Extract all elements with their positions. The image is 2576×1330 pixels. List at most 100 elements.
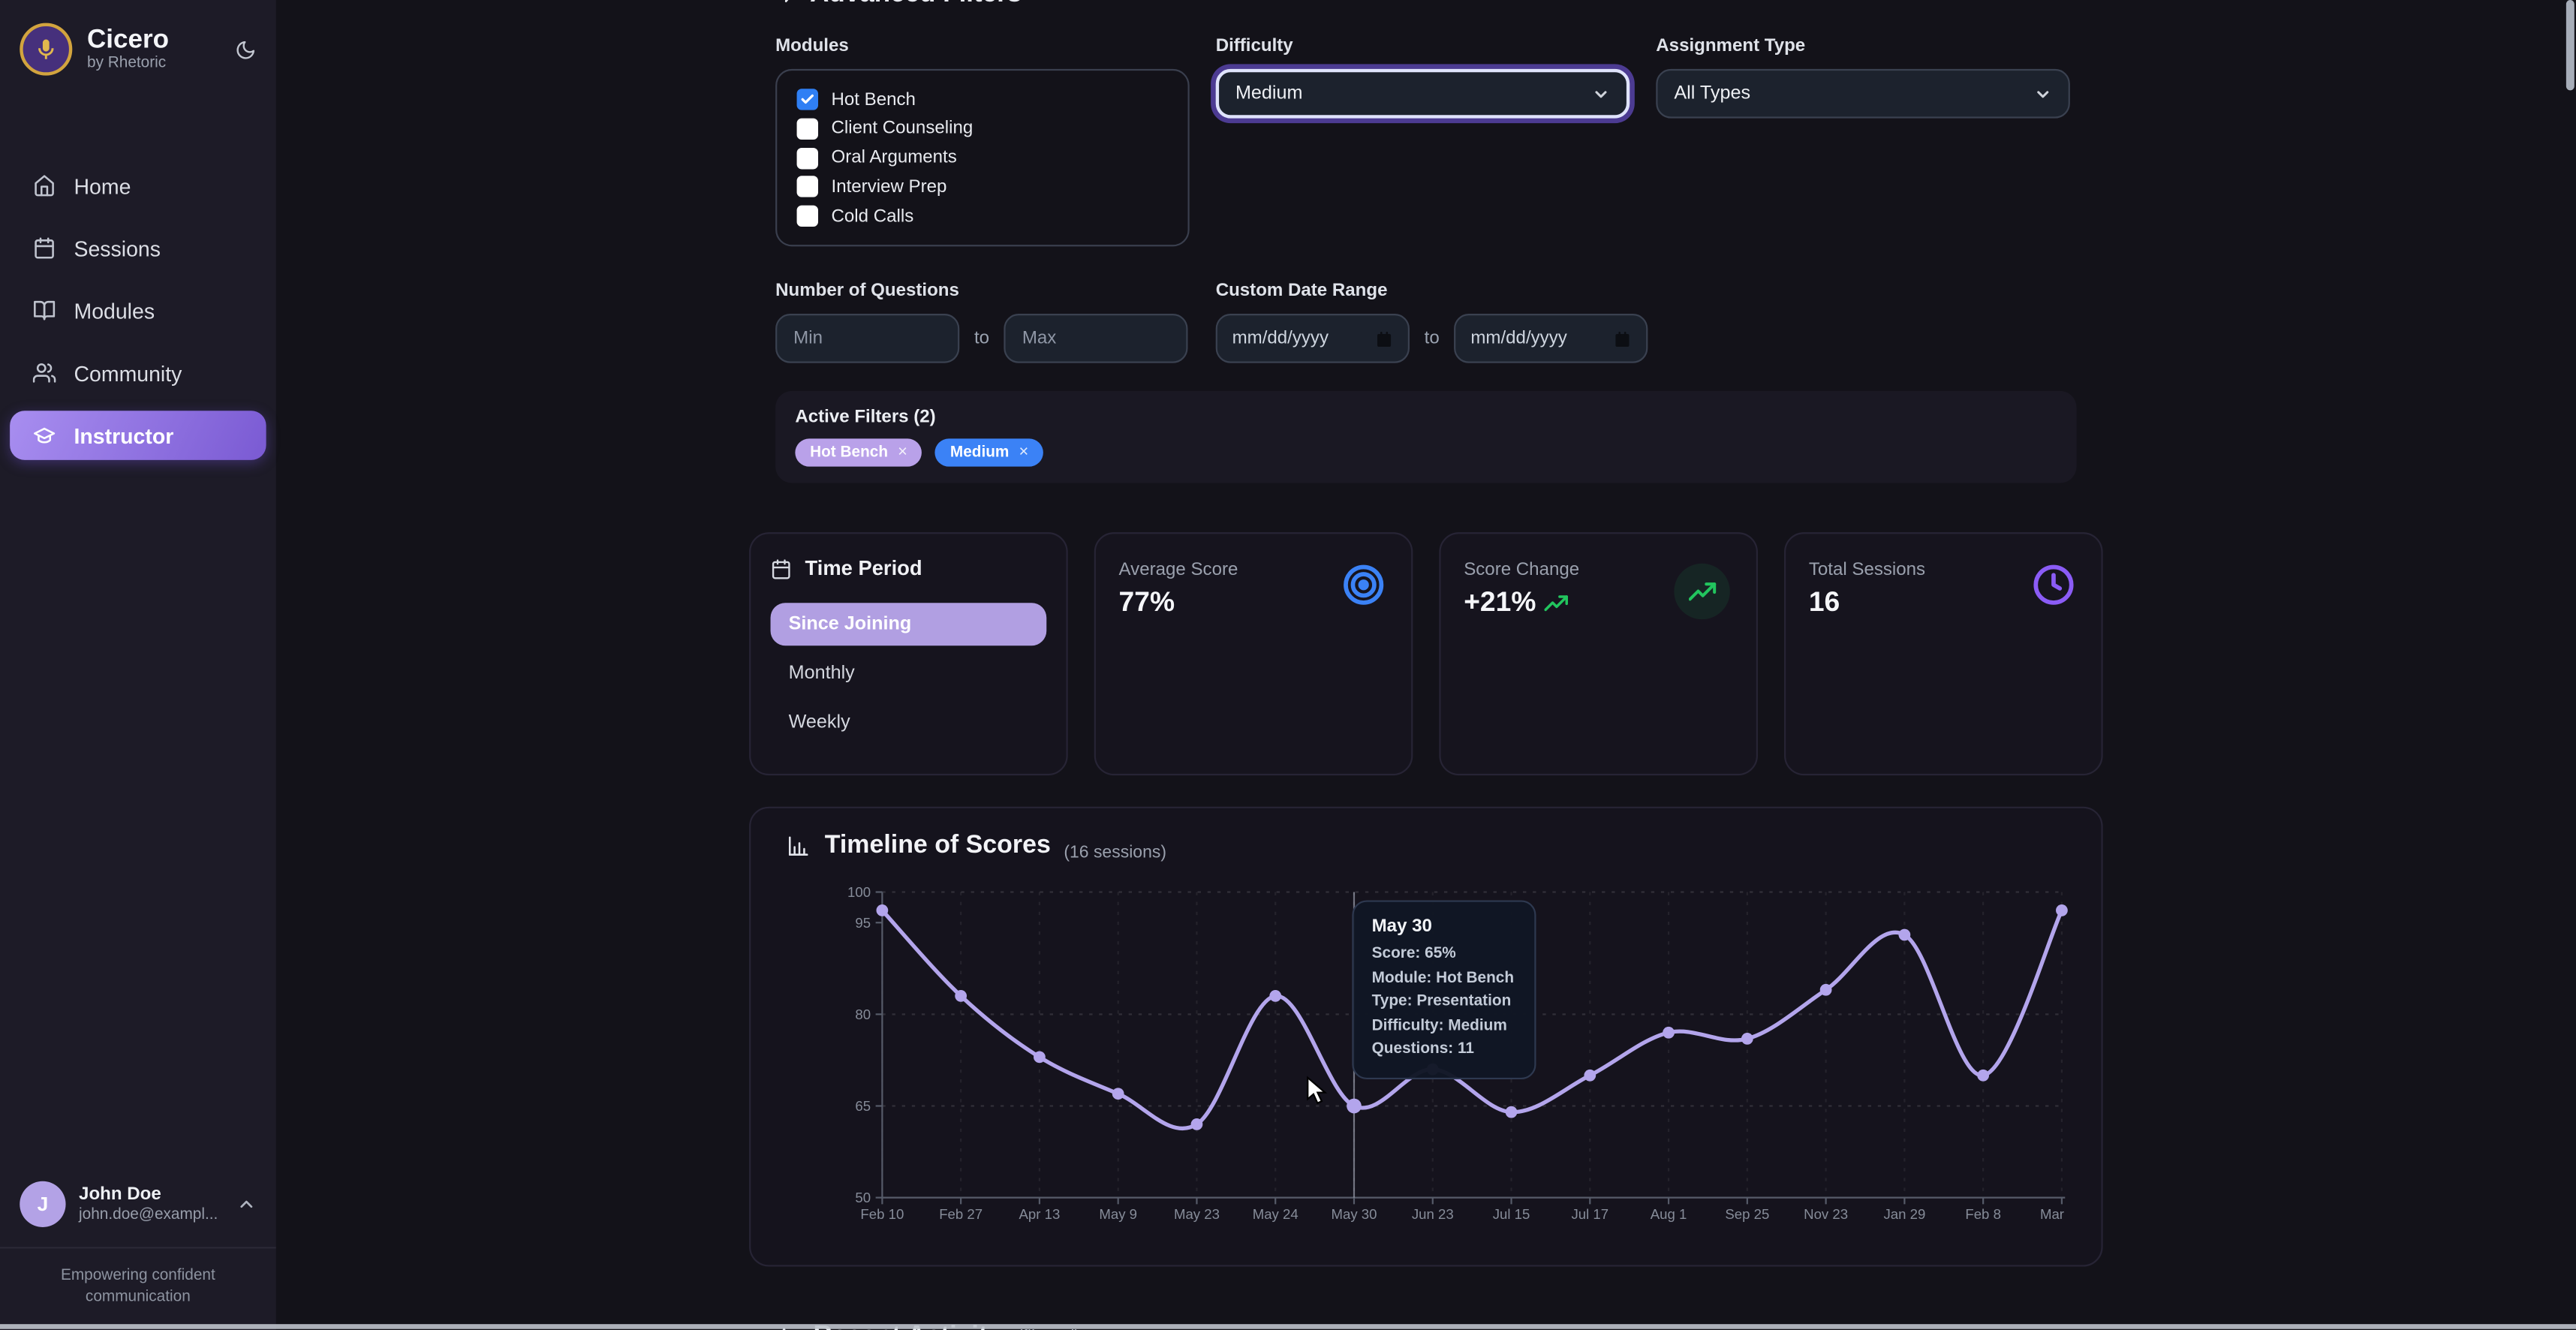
chart-title: Timeline of Scores [787, 832, 1050, 861]
module-checkbox-client-counseling[interactable]: Client Counseling [797, 118, 1169, 139]
time-period-option-monthly[interactable]: Monthly [771, 652, 1047, 695]
calendar-icon[interactable] [1375, 329, 1393, 348]
app-title: Cicero [87, 26, 169, 54]
modules-label: Modules [775, 36, 1190, 56]
calendar-icon[interactable] [1614, 329, 1632, 348]
svg-text:Feb 10: Feb 10 [860, 1206, 904, 1222]
tooltip-line: Score: 65% [1372, 943, 1517, 967]
sidebar-item-label: Sessions [74, 236, 160, 260]
checkbox-label: Interview Prep [832, 177, 947, 197]
trending-up-icon [1674, 564, 1729, 619]
calendar-icon [771, 558, 792, 579]
module-checkbox-hot-bench[interactable]: Hot Bench [797, 89, 1169, 110]
nav-list: Home Sessions Modules Community Instructor [0, 161, 276, 1165]
checkbox-unchecked-icon[interactable] [797, 206, 818, 227]
zap-icon [775, 0, 799, 3]
date-range-filter: Custom Date Range mm/dd/yyyy to mm/dd/yy… [1216, 281, 1648, 363]
advanced-filters-heading: Advanced Filters [775, 0, 2077, 10]
tagline: Empowering confident communication [0, 1265, 276, 1330]
score-timeline-chart[interactable]: 50658095100Feb 10Feb 27Apr 13May 9May 23… [787, 876, 2065, 1244]
time-period-option-weekly[interactable]: Weekly [771, 702, 1047, 745]
chevron-down-icon [2034, 85, 2052, 103]
logo-row: Cicero by Rhetoric [0, 0, 276, 92]
assignment-type-select[interactable]: All Types [1656, 69, 2070, 119]
user-email: john.doe@exampl... [79, 1206, 218, 1224]
sidebar-item-sessions[interactable]: Sessions [10, 224, 266, 273]
date-separator: to [1425, 329, 1440, 348]
difficulty-select[interactable]: Medium [1216, 69, 1630, 119]
checkbox-checked-icon[interactable] [797, 89, 818, 110]
sidebar-item-instructor[interactable]: Instructor [10, 411, 266, 460]
tooltip-line: Module: Hot Bench [1372, 967, 1517, 991]
svg-text:Apr 13: Apr 13 [1019, 1206, 1061, 1222]
sidebar-item-label: Modules [74, 298, 155, 323]
vertical-scrollbar-thumb[interactable] [2566, 0, 2574, 90]
svg-text:May 24: May 24 [1253, 1206, 1299, 1222]
tooltip-lines: Score: 65%Module: Hot BenchType: Present… [1372, 943, 1517, 1062]
chart-subtitle: (16 sessions) [1064, 843, 1166, 862]
date-end-input[interactable]: mm/dd/yyyy [1454, 314, 1648, 363]
svg-text:Mar 24: Mar 24 [2040, 1206, 2069, 1222]
book-icon [33, 299, 56, 322]
svg-text:Jun 23: Jun 23 [1412, 1206, 1454, 1222]
dark-mode-toggle[interactable] [235, 38, 256, 59]
microphone-icon [33, 36, 59, 62]
checkbox-label: Cold Calls [832, 206, 914, 226]
chevron-down-icon [1592, 85, 1610, 103]
chevron-up-icon [236, 1194, 256, 1214]
checkbox-unchecked-icon[interactable] [797, 147, 818, 168]
time-period-options: Since Joining Monthly Weekly [771, 603, 1047, 744]
svg-text:80: 80 [855, 1007, 871, 1022]
timeline-chart-card: Timeline of Scores (16 sessions) 5065809… [749, 807, 2103, 1267]
horizontal-scrollbar[interactable] [0, 1324, 2576, 1329]
chip-label: Hot Bench [810, 444, 888, 462]
sidebar-item-label: Home [74, 173, 131, 198]
moon-icon [235, 38, 256, 59]
checkbox-label: Client Counseling [832, 119, 974, 138]
svg-text:100: 100 [847, 884, 871, 900]
cicero-logo [20, 23, 72, 76]
time-period-option-since-joining[interactable]: Since Joining [771, 603, 1047, 645]
clock-icon [2033, 564, 2075, 606]
chart-tooltip: May 30 Score: 65%Module: Hot BenchType: … [1352, 900, 1536, 1078]
time-period-title: Time Period [771, 557, 1047, 580]
module-checkbox-cold-calls[interactable]: Cold Calls [797, 206, 1169, 227]
module-checkbox-interview-prep[interactable]: Interview Prep [797, 176, 1169, 197]
chip-label: Medium [950, 444, 1010, 462]
svg-text:95: 95 [855, 915, 871, 931]
difficulty-filter: Difficulty Medium [1216, 36, 1630, 246]
checkbox-unchecked-icon[interactable] [797, 118, 818, 139]
average-score-card: Average Score 77% [1094, 532, 1413, 775]
app-byline: by Rhetoric [87, 54, 169, 72]
sidebar-item-modules[interactable]: Modules [10, 286, 266, 336]
sidebar-item-community[interactable]: Community [10, 348, 266, 398]
user-menu[interactable]: J John Doe john.doe@exampl... [0, 1165, 276, 1244]
active-filters-panel: Active Filters (2) Hot Bench×Medium× [775, 391, 2077, 483]
questions-label: Number of Questions [775, 281, 1190, 300]
sidebar-item-label: Community [74, 360, 182, 385]
questions-filter: Number of Questions to [775, 281, 1190, 363]
score-change-card: Score Change +21% [1439, 532, 1758, 775]
questions-min-input[interactable] [775, 314, 959, 363]
difficulty-label: Difficulty [1216, 36, 1630, 56]
home-icon [33, 174, 56, 197]
tooltip-line: Difficulty: Medium [1372, 1015, 1517, 1039]
date-start-input[interactable]: mm/dd/yyyy [1216, 314, 1410, 363]
modules-checkbox-group: Hot Bench Client Counseling Oral Arguments… [775, 69, 1190, 246]
svg-text:May 23: May 23 [1174, 1206, 1220, 1222]
sidebar: Cicero by Rhetoric Home Sessions Modules Co… [0, 0, 276, 1330]
sidebar-item-home[interactable]: Home [10, 161, 266, 211]
bar-chart-icon [787, 835, 810, 858]
chip-remove-icon[interactable]: × [898, 444, 907, 462]
tooltip-line: Type: Presentation [1372, 991, 1517, 1015]
module-checkbox-oral-arguments[interactable]: Oral Arguments [797, 147, 1169, 168]
active-filter-chips: Hot Bench × Medium × [795, 438, 2057, 466]
questions-max-input[interactable] [1004, 314, 1188, 363]
date-range-label: Custom Date Range [1216, 281, 1648, 300]
app-window: Cicero by Rhetoric Home Sessions Modules Co… [0, 0, 2576, 1330]
graduation-cap-icon [33, 424, 56, 447]
users-icon [33, 362, 56, 385]
filter-chip-medium: Medium × [935, 438, 1043, 466]
chip-remove-icon[interactable]: × [1019, 444, 1029, 462]
checkbox-unchecked-icon[interactable] [797, 176, 818, 197]
